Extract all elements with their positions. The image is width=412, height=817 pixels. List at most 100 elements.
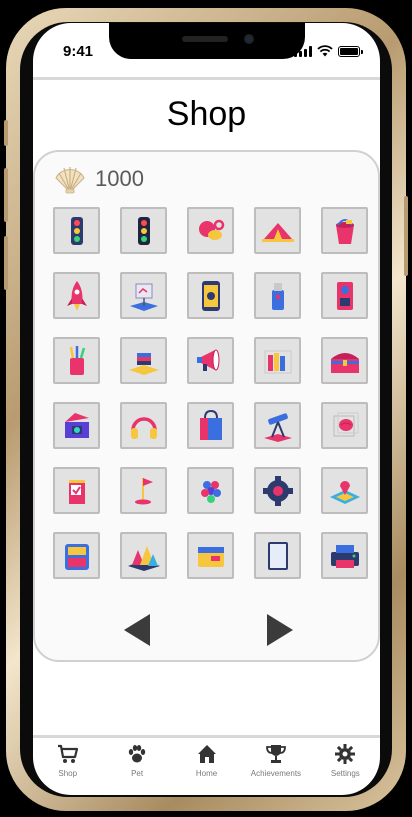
shop-item-shopping-bag[interactable] [187, 402, 234, 449]
shop-item-arcade-machine[interactable] [53, 532, 100, 579]
golf-flag-icon [134, 477, 153, 504]
cart-icon [57, 744, 78, 763]
shopping-bag-icon [199, 409, 222, 440]
tab-achievements[interactable]: Achievements [241, 743, 310, 795]
notch [109, 23, 305, 59]
shop-item-gift-box[interactable] [53, 402, 100, 449]
shop-item-rocket[interactable] [53, 272, 100, 319]
file-folders-icon [264, 350, 291, 373]
tab-home[interactable]: Home [172, 743, 241, 795]
shop-item-golf-flag[interactable] [120, 467, 167, 514]
map-pin-icon [329, 480, 360, 504]
shop-item-megaphone[interactable] [187, 337, 234, 384]
shop-item-traffic-light[interactable] [120, 207, 167, 254]
signal-icon [294, 46, 312, 57]
shop-item-juice-box[interactable] [53, 467, 100, 514]
tab-label: Shop [58, 769, 78, 778]
usb-drive-icon [271, 282, 284, 310]
shop-item-books[interactable] [120, 337, 167, 384]
coin-count: 1000 [95, 166, 144, 191]
shop-item-bucket[interactable] [321, 207, 368, 254]
tab-shop[interactable]: Shop [33, 743, 102, 795]
tent-icon [261, 222, 294, 242]
app-screen: 9:41 Shop 1000 Shop Pet Home Achievement… [33, 23, 380, 795]
shop-item-headphones[interactable] [120, 402, 167, 449]
shop-item-easel-board[interactable] [120, 272, 167, 319]
pacifier-icon [198, 219, 224, 240]
tab-pet[interactable]: Pet [102, 743, 171, 795]
shop-item-traffic-light[interactable] [53, 207, 100, 254]
tab-label: Achievements [250, 769, 302, 778]
tab-settings[interactable]: Settings [311, 743, 380, 795]
tab-bar: Shop Pet Home Achievements Settings [33, 743, 380, 795]
robot-icon [336, 281, 353, 310]
tabbar-divider [33, 735, 380, 738]
shop-item-treasure-chest[interactable] [321, 337, 368, 384]
tab-label: Settings [330, 769, 360, 778]
shop-item-telescope[interactable] [254, 402, 301, 449]
shop-item-robot[interactable] [321, 272, 368, 319]
shop-item-pencil-cup[interactable] [53, 337, 100, 384]
mountains-icon [127, 545, 160, 571]
wallet-icon [197, 546, 224, 567]
home-icon [197, 745, 216, 763]
coin-balance: 1000 [53, 164, 144, 194]
shop-item-smartphone[interactable] [187, 272, 234, 319]
page-title: Shop [166, 95, 247, 133]
side-button [4, 120, 8, 146]
arcade-machine-icon [64, 543, 89, 570]
treasure-chest-icon [330, 352, 359, 373]
megaphone-icon [196, 349, 219, 371]
triangle-left-icon[interactable] [122, 612, 152, 648]
juice-box-icon [68, 479, 85, 504]
shop-item-tent[interactable] [254, 207, 301, 254]
paw-icon [128, 745, 146, 763]
shop-item-usb-drive[interactable] [254, 272, 301, 319]
shop-grid [53, 207, 368, 579]
status-icons [294, 43, 363, 57]
easel-board-icon [129, 283, 158, 311]
camera [244, 34, 254, 44]
speaker [182, 36, 228, 42]
shop-item-grapes[interactable] [187, 467, 234, 514]
shop-item-pacifier[interactable] [187, 207, 234, 254]
shop-item-file-folders[interactable] [254, 337, 301, 384]
tab-label: Pet [131, 769, 144, 778]
trophy-icon [266, 745, 286, 763]
header-divider [33, 77, 380, 80]
headphones-icon [130, 416, 157, 439]
tablet-icon [267, 541, 288, 570]
shop-item-brain-cube[interactable] [321, 402, 368, 449]
side-button [404, 196, 408, 276]
bucket-icon [335, 218, 354, 244]
shop-item-wallet[interactable] [187, 532, 234, 579]
pagination [35, 612, 378, 648]
shop-item-map-pin[interactable] [321, 467, 368, 514]
printer-icon [330, 544, 359, 568]
gift-box-icon [64, 412, 89, 438]
tab-label: Home [195, 769, 218, 778]
pencil-cup-icon [69, 345, 85, 375]
rocket-icon [66, 280, 87, 311]
shop-item-printer[interactable] [321, 532, 368, 579]
side-button [4, 168, 8, 222]
traffic-light-icon [137, 216, 150, 245]
triangle-right-icon[interactable] [265, 612, 295, 648]
shop-item-mountains[interactable] [120, 532, 167, 579]
shop-item-gear[interactable] [254, 467, 301, 514]
gear-icon [262, 475, 293, 506]
shop-item-tablet[interactable] [254, 532, 301, 579]
side-button [4, 236, 8, 290]
smartphone-icon [201, 280, 220, 311]
traffic-light-icon [70, 216, 83, 245]
brain-cube-icon [333, 412, 358, 436]
wifi-icon [317, 45, 333, 57]
battery-icon [338, 46, 363, 57]
gear-icon [335, 744, 356, 764]
grapes-icon [200, 480, 221, 503]
telescope-icon [263, 412, 292, 442]
status-time: 9:41 [63, 43, 94, 60]
books-icon [128, 352, 159, 375]
shop-panel: 1000 [33, 150, 380, 662]
seashell-icon [55, 167, 85, 194]
